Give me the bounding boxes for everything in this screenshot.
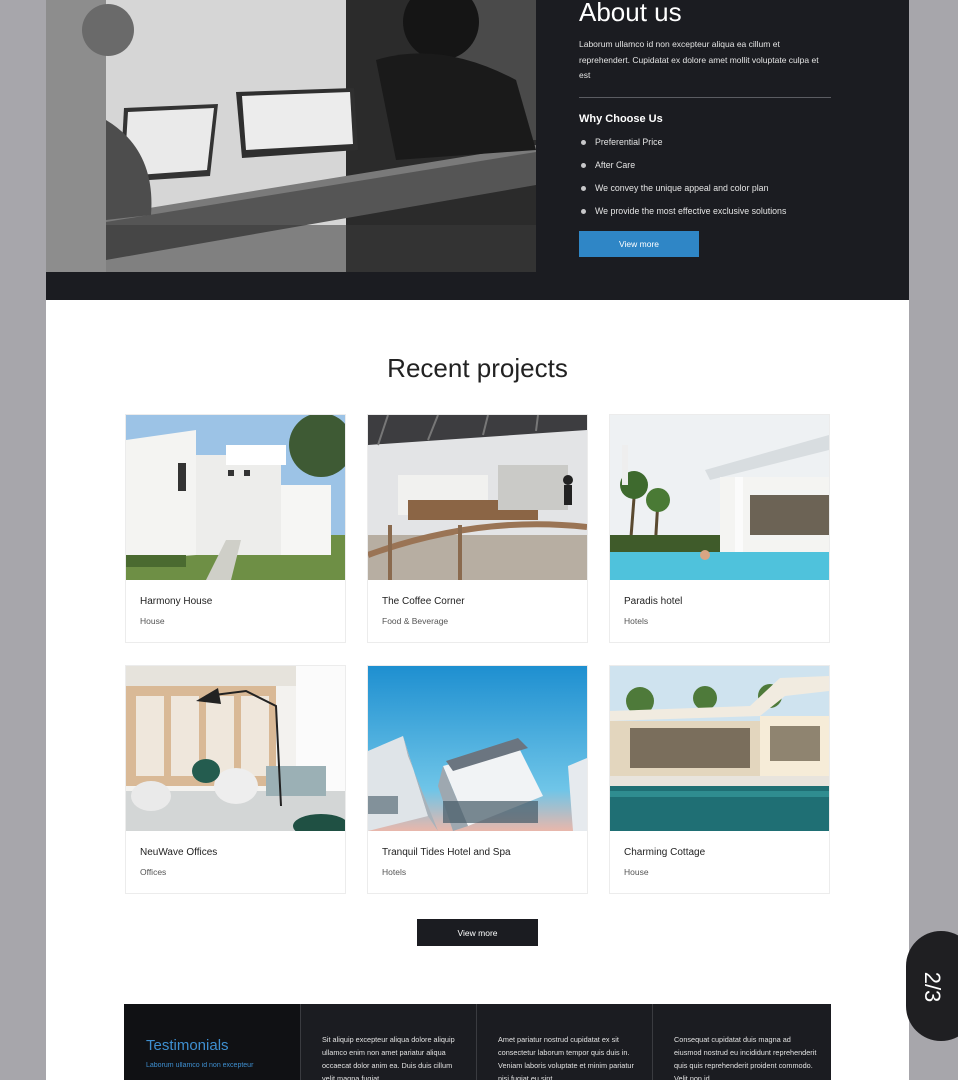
list-item-label: We provide the most effective exclusive … bbox=[595, 206, 787, 216]
list-item-label: Preferential Price bbox=[595, 137, 663, 147]
project-image bbox=[610, 415, 829, 580]
project-card-charming-cottage[interactable]: Charming Cottage House bbox=[609, 665, 830, 894]
project-category: Offices bbox=[140, 867, 167, 877]
testimonial-quote: Sit aliquip excepteur aliqua dolore aliq… bbox=[300, 1004, 476, 1080]
about-section: About us Laborum ullamco id non excepteu… bbox=[46, 0, 909, 300]
project-category: Food & Beverage bbox=[382, 616, 449, 626]
page: About us Laborum ullamco id non excepteu… bbox=[46, 0, 909, 1080]
testimonial-quote: Consequat cupidatat duis magna ad eiusmo… bbox=[652, 1004, 828, 1080]
project-category: Hotels bbox=[382, 867, 407, 877]
testimonial-quote: Amet pariatur nostrud cupidatat ex sit c… bbox=[476, 1004, 652, 1080]
testimonials-section: Testimonials Laborum ullamco id non exce… bbox=[124, 1004, 831, 1080]
testimonials-title: Testimonials bbox=[146, 1037, 229, 1054]
list-item: We convey the unique appeal and color pl… bbox=[579, 177, 831, 200]
about-view-more-button[interactable]: View more bbox=[579, 230, 699, 257]
about-title: About us bbox=[579, 0, 682, 27]
project-name: NeuWave Offices bbox=[140, 847, 218, 858]
why-choose-list: Preferential Price After Care We convey … bbox=[579, 131, 831, 223]
project-category: Hotels bbox=[624, 616, 649, 626]
project-image bbox=[368, 666, 587, 831]
list-item: Preferential Price bbox=[579, 131, 831, 154]
list-item-label: We convey the unique appeal and color pl… bbox=[595, 183, 769, 193]
about-description: Laborum ullamco id non excepteur aliqua … bbox=[579, 39, 819, 80]
project-image bbox=[368, 415, 587, 580]
projects-view-more-button[interactable]: View more bbox=[417, 919, 538, 946]
project-card-paradis-hotel[interactable]: Paradis hotel Hotels bbox=[609, 414, 830, 643]
list-item: After Care bbox=[579, 154, 831, 177]
why-choose-title: Why Choose Us bbox=[579, 112, 663, 125]
project-image bbox=[610, 666, 829, 831]
list-item: We provide the most effective exclusive … bbox=[579, 200, 831, 223]
projects-title: Recent projects bbox=[387, 353, 568, 383]
project-image bbox=[126, 415, 345, 580]
bullet-icon bbox=[581, 162, 586, 168]
bullet-icon bbox=[581, 139, 586, 145]
list-item-label: After Care bbox=[595, 160, 636, 170]
project-name: Tranquil Tides Hotel and Spa bbox=[382, 847, 511, 858]
project-name: Paradis hotel bbox=[624, 596, 683, 607]
project-card-harmony-house[interactable]: Harmony House House bbox=[125, 414, 346, 643]
project-category: House bbox=[624, 867, 649, 877]
testimonials-subtitle: Laborum ullamco id non excepteur bbox=[146, 1062, 254, 1069]
bullet-icon bbox=[581, 208, 586, 214]
project-card-tranquil-tides[interactable]: Tranquil Tides Hotel and Spa Hotels bbox=[367, 665, 588, 894]
testimonials-header: Testimonials Laborum ullamco id non exce… bbox=[124, 1004, 300, 1080]
page-indicator-label: 2/3 bbox=[920, 971, 945, 1003]
about-content: About us Laborum ullamco id non excepteu… bbox=[579, 0, 831, 257]
divider bbox=[579, 96, 831, 98]
project-card-coffee-corner[interactable]: The Coffee Corner Food & Beverage bbox=[367, 414, 588, 643]
project-name: Harmony House bbox=[140, 596, 213, 607]
project-name: Charming Cottage bbox=[624, 847, 706, 858]
project-category: House bbox=[140, 616, 165, 626]
project-image bbox=[126, 666, 345, 831]
project-name: The Coffee Corner bbox=[382, 596, 465, 607]
project-card-neuwave-offices[interactable]: NeuWave Offices Offices bbox=[125, 665, 346, 894]
about-office-photo bbox=[46, 0, 536, 272]
bullet-icon bbox=[581, 185, 586, 191]
